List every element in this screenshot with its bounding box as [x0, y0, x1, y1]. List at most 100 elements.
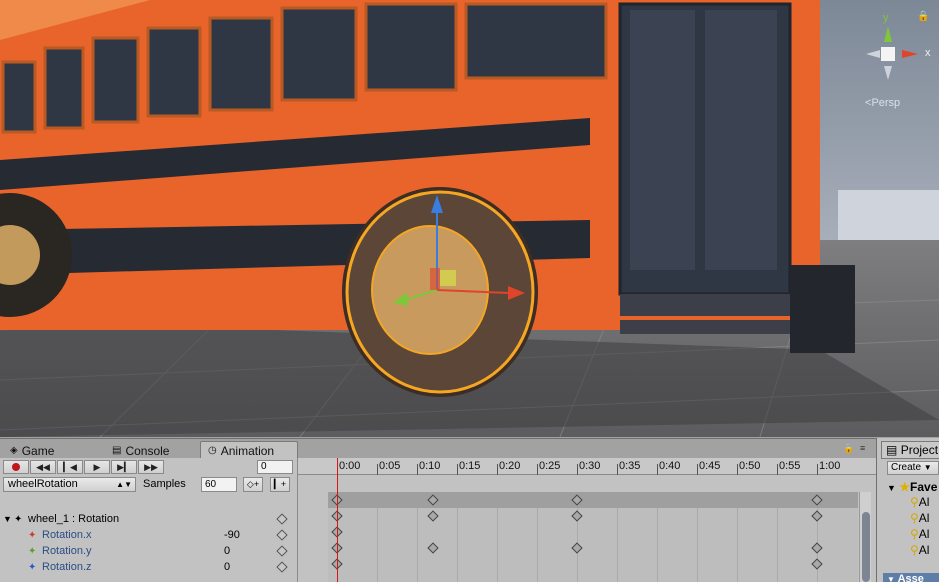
- favorite-item[interactable]: ⚲Al: [910, 495, 929, 509]
- favorite-item[interactable]: ⚲Al: [910, 511, 929, 525]
- step-back-icon: ▎◀: [63, 461, 77, 472]
- time-label: 1:00: [819, 460, 841, 472]
- current-frame-field[interactable]: 0: [257, 460, 293, 474]
- summary-row: [328, 492, 858, 508]
- keyframe-diamond-icon[interactable]: [276, 561, 288, 573]
- property-row-z[interactable]: ✦ Rotation.z 0: [0, 560, 298, 576]
- clip-selector[interactable]: wheelRotation ▲▼: [3, 477, 136, 492]
- time-label: 0:25: [539, 460, 561, 472]
- clip-name: wheelRotation: [8, 478, 78, 490]
- animation-window: ◀◀ ▎◀ ▶ ▶▎ ▶▶ 0 wheelRotation ▲▼ Samples…: [0, 458, 876, 582]
- tab-game[interactable]: ◈ Game: [2, 441, 64, 459]
- step-forward-icon: ▶▎: [117, 461, 131, 472]
- tab-label: Console: [125, 443, 170, 458]
- ruler-tick: [617, 464, 618, 475]
- object-label: wheel_1 : Rotation: [28, 513, 120, 525]
- favorite-item-label: Al: [918, 527, 930, 541]
- dopesheet-timeline[interactable]: 0:00 0:05 0:10 0:15 0:20 0:25 0:30 0:35 0:40 0:45…: [298, 458, 876, 582]
- lock-icon[interactable]: 🔒: [843, 443, 854, 454]
- search-icon: ⚲: [910, 543, 919, 557]
- search-icon: ⚲: [910, 495, 919, 509]
- record-button[interactable]: [3, 460, 29, 474]
- property-row-x[interactable]: ✦ Rotation.x -90: [0, 528, 298, 544]
- scene-view[interactable]: y x 🔒 <Persp: [0, 0, 939, 437]
- ruler-tick: [537, 464, 538, 475]
- property-value[interactable]: 0: [224, 545, 264, 557]
- tab-project[interactable]: ▤ Project: [881, 441, 939, 459]
- prev-key-button[interactable]: ▎◀: [57, 460, 83, 474]
- favorite-item[interactable]: ⚲Al: [910, 543, 929, 557]
- menu-icon[interactable]: ≡: [860, 443, 865, 453]
- gizmo-x-label: x: [925, 47, 931, 59]
- favorite-item-label: Al: [918, 511, 930, 525]
- time-label: 0:40: [659, 460, 681, 472]
- create-label: Create: [891, 462, 922, 473]
- object-row[interactable]: ▼ ✦ wheel_1 : Rotation: [0, 512, 298, 528]
- scrollbar-thumb[interactable]: [862, 512, 870, 582]
- transform-axis-icon: ✦: [14, 514, 23, 525]
- expand-triangle-icon: ▼: [887, 483, 896, 493]
- samples-field[interactable]: 60: [201, 477, 237, 492]
- projection-label: Persp: [871, 97, 901, 109]
- expand-triangle-icon[interactable]: ▼: [3, 514, 12, 524]
- add-event-icon: ▎+: [273, 479, 287, 489]
- ruler-tick: [657, 464, 658, 475]
- add-event-button[interactable]: ▎+: [270, 477, 290, 492]
- projection-toggle[interactable]: <Persp: [865, 97, 900, 109]
- star-icon: ★: [899, 480, 911, 494]
- playhead[interactable]: [337, 458, 338, 582]
- keyframe-diamond-icon[interactable]: [276, 545, 288, 557]
- time-ruler[interactable]: 0:00 0:05 0:10 0:15 0:20 0:25 0:30 0:35 0:40 0:45…: [298, 458, 876, 475]
- property-name: Rotation.z: [42, 561, 92, 573]
- time-label: 0:55: [779, 460, 801, 472]
- lock-icon[interactable]: 🔒: [917, 11, 929, 22]
- folder-icon: ▤: [886, 443, 898, 457]
- property-name: Rotation.x: [42, 529, 92, 541]
- clock-icon: ◷: [208, 445, 217, 456]
- favorites-label: Fave: [910, 480, 938, 494]
- gizmo-y-label: y: [883, 12, 889, 24]
- property-value[interactable]: -90: [224, 529, 264, 541]
- play-button[interactable]: ▶: [84, 460, 110, 474]
- ruler-tick: [377, 464, 378, 475]
- time-label: 0:20: [499, 460, 521, 472]
- time-label: 0:45: [699, 460, 721, 472]
- add-keyframe-icon: ◇+: [246, 479, 260, 489]
- first-key-button[interactable]: ◀◀: [30, 460, 56, 474]
- favorite-item-label: Al: [918, 543, 930, 557]
- vertical-scrollbar[interactable]: [859, 492, 871, 582]
- time-label: 0:10: [419, 460, 441, 472]
- favorite-item[interactable]: ⚲Al: [910, 527, 929, 541]
- assets-label: Asse: [897, 573, 924, 582]
- tab-animation[interactable]: ◷ Animation: [200, 441, 298, 459]
- time-label: 0:35: [619, 460, 641, 472]
- assets-header[interactable]: ▼ Asse: [883, 573, 939, 582]
- property-row-y[interactable]: ✦ Rotation.y 0: [0, 544, 298, 560]
- ruler-tick: [817, 464, 818, 475]
- scene-render: [0, 0, 939, 437]
- tab-label: Animation: [220, 443, 275, 458]
- event-track[interactable]: [298, 476, 876, 491]
- ruler-tick: [497, 464, 498, 475]
- create-dropdown[interactable]: Create ▼: [887, 461, 939, 475]
- keyframe-diamond-icon[interactable]: [276, 529, 288, 541]
- ruler-tick: [697, 464, 698, 475]
- tab-label: Game: [21, 443, 55, 458]
- last-key-button[interactable]: ▶▶: [138, 460, 164, 474]
- record-icon: [12, 463, 20, 471]
- chevron-updown-icon: ▲▼: [116, 480, 132, 489]
- game-icon: ◈: [10, 445, 18, 456]
- bottom-tab-bar: ◈ Game ▤ Console ◷ Animation 🔒 ≡: [0, 438, 876, 459]
- time-label: 0:15: [459, 460, 481, 472]
- favorites-header[interactable]: ▼ ★Fave: [887, 480, 937, 494]
- keyframe-diamond-icon[interactable]: [276, 513, 288, 525]
- ruler-tick: [777, 464, 778, 475]
- property-value[interactable]: 0: [224, 561, 264, 573]
- next-key-button[interactable]: ▶▎: [111, 460, 137, 474]
- add-keyframe-button[interactable]: ◇+: [243, 477, 263, 492]
- tab-console[interactable]: ▤ Console: [104, 441, 192, 459]
- property-name: Rotation.y: [42, 545, 92, 557]
- console-icon: ▤: [112, 445, 122, 456]
- skip-start-icon: ◀◀: [36, 461, 50, 472]
- time-label: 0:30: [579, 460, 601, 472]
